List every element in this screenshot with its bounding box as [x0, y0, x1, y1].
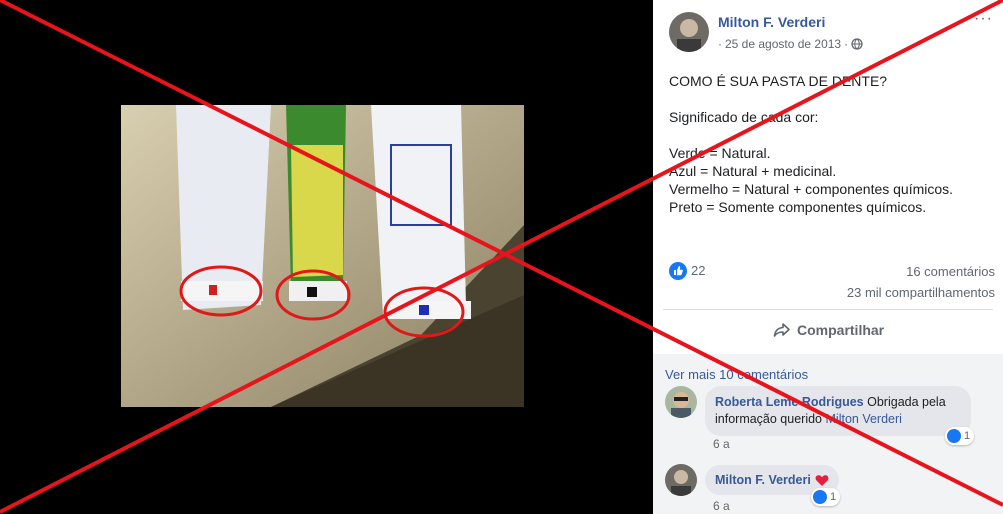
- date-separator: ·: [718, 37, 722, 51]
- thumb-glyph: [674, 266, 683, 276]
- comment-time[interactable]: 6 a: [713, 499, 730, 513]
- comment-mention[interactable]: Milton Verderi: [826, 412, 902, 426]
- post-text-line: [669, 90, 989, 108]
- view-more-comments-link[interactable]: Ver mais 10 comentários: [665, 367, 808, 382]
- post-photo[interactable]: [121, 105, 524, 407]
- post-text-line: Preto = Somente componentes químicos.: [669, 199, 927, 215]
- post-text-line: Azul = Natural + medicinal.: [669, 163, 837, 179]
- avatar-image: [669, 12, 709, 52]
- post-author-name[interactable]: Milton F. Verderi: [718, 14, 825, 30]
- avatar-image: [665, 386, 697, 418]
- shares-count[interactable]: 23 mil compartilhamentos: [847, 285, 995, 300]
- post-text: COMO É SUA PASTA DE DENTE? Significado d…: [669, 72, 989, 216]
- comment-author[interactable]: Milton F. Verderi: [715, 472, 811, 489]
- comment-reactions[interactable]: 1: [945, 427, 975, 445]
- post-text-line: Significado de cada cor:: [669, 109, 819, 125]
- reaction-count: 1: [830, 491, 837, 503]
- post-text-line: COMO É SUA PASTA DE DENTE?: [669, 73, 888, 89]
- photo-viewer: [0, 0, 653, 514]
- post-date[interactable]: 25 de agosto de 2013: [725, 37, 841, 51]
- comment-author[interactable]: Roberta Leme Rodrigues: [715, 395, 864, 409]
- post-text-line: [669, 126, 989, 144]
- share-icon: [773, 323, 790, 337]
- comment-text: informação querido: [715, 412, 823, 426]
- like-icon: [669, 262, 687, 280]
- comments-section: Ver mais 10 comentários Roberta Leme Rod…: [653, 354, 1003, 514]
- likes-count[interactable]: 22: [691, 263, 705, 278]
- like-icon: [813, 490, 827, 504]
- comment-time[interactable]: 6 a: [713, 437, 730, 451]
- comment-bubble: Roberta Leme Rodrigues Obrigada pela inf…: [705, 386, 971, 436]
- divider: [663, 309, 993, 310]
- share-label: Compartilhar: [797, 322, 885, 338]
- comment-reactions[interactable]: 1: [811, 488, 841, 506]
- toothpaste-tubes-image: [121, 105, 524, 407]
- post-text-line: Vermelho = Natural + componentes químico…: [669, 181, 954, 197]
- reaction-count: 1: [964, 430, 971, 442]
- post-meta: · 25 de agosto de 2013 ·: [718, 37, 863, 51]
- comment-text: Obrigada pela: [867, 395, 946, 409]
- like-icon: [947, 429, 961, 443]
- heart-icon: [815, 474, 829, 486]
- commenter-avatar[interactable]: [665, 386, 697, 418]
- date-separator: ·: [844, 37, 849, 51]
- author-avatar[interactable]: [669, 12, 709, 52]
- post-panel: Milton F. Verderi · 25 de agosto de 2013…: [653, 0, 1003, 514]
- globe-icon: [851, 38, 863, 50]
- commenter-avatar[interactable]: [665, 464, 697, 496]
- post-text-line: Verde = Natural.: [669, 145, 771, 161]
- more-icon[interactable]: ···: [974, 10, 993, 28]
- avatar-image: [665, 464, 697, 496]
- share-button[interactable]: Compartilhar: [773, 322, 884, 338]
- comments-count[interactable]: 16 comentários: [906, 264, 995, 279]
